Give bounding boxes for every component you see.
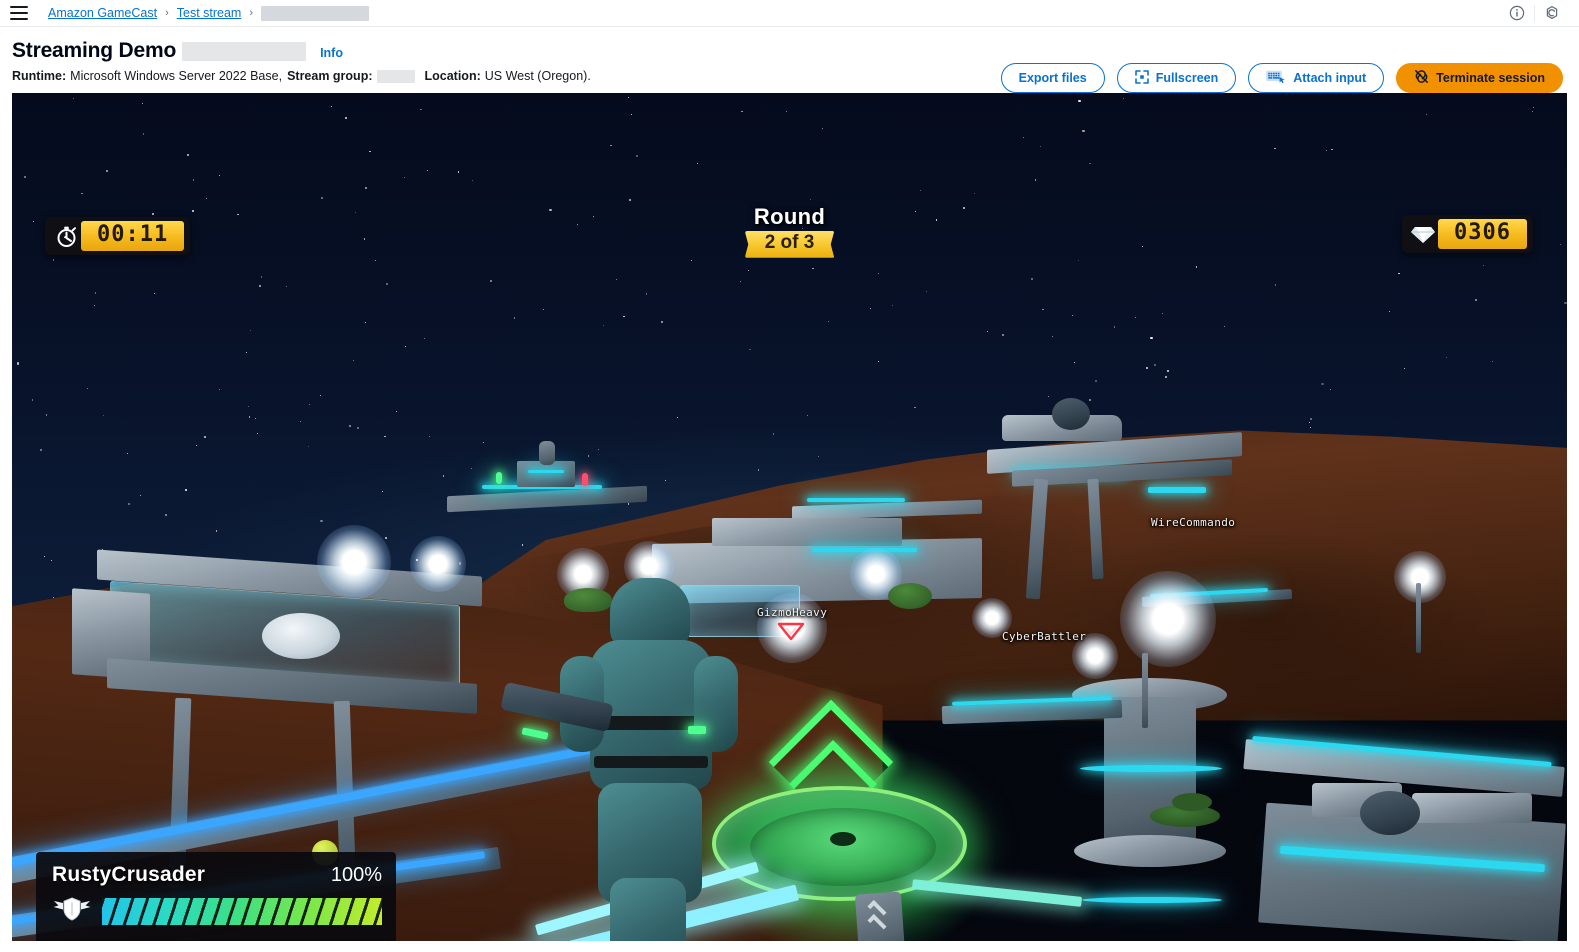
right-turbine (1360, 791, 1420, 835)
stream-group-redacted-value (376, 69, 415, 83)
breadcrumb-item-test-stream[interactable]: Test stream (177, 6, 242, 20)
timer-hud: 00:11 (45, 217, 191, 255)
pad-up-arrows-icon (864, 899, 894, 941)
attach-input-button[interactable]: Attach input (1248, 63, 1385, 93)
timer-value: 00:11 (81, 221, 185, 251)
info-circle-icon[interactable] (1500, 0, 1534, 26)
hamburger-icon[interactable] (10, 6, 28, 20)
attach-input-label: Attach input (1293, 71, 1367, 85)
page-title: Streaming Demo (12, 39, 177, 62)
terrarium-pod (262, 613, 340, 659)
diamond-icon (1408, 219, 1438, 249)
beacon-green (496, 472, 502, 484)
game-stream-viewport[interactable]: 00:11 Round 2 of 3 0306 WireCommando Giz… (12, 93, 1567, 941)
yellow-sphere-prop (312, 840, 338, 866)
teleport-pad-core (830, 832, 856, 847)
location-label: Location: (424, 69, 481, 83)
terminate-icon (1414, 69, 1429, 87)
silo-base (1074, 835, 1226, 867)
tower-neon (528, 470, 564, 473)
gem-counter-hud: 0306 (1402, 215, 1533, 253)
robot-shoulder-light (688, 726, 706, 734)
streetlamp-glow (1120, 571, 1216, 667)
header-action-buttons: Export files Fullscreen Attach input Ter… (1000, 63, 1563, 93)
streetlamp-glow (317, 525, 391, 599)
location-value: US West (Oregon). (484, 69, 591, 83)
lamp-post (1142, 653, 1148, 728)
foliage (888, 583, 932, 609)
gear-icon[interactable] (1535, 0, 1569, 26)
right-crate-2 (1412, 793, 1532, 823)
streetlamp-glow (972, 598, 1012, 638)
title-row: Streaming Demo Info (12, 39, 1563, 63)
terminate-session-label: Terminate session (1436, 71, 1545, 85)
runtime-label: Runtime: (12, 69, 67, 83)
foliage (1172, 793, 1212, 811)
breadcrumb-item-redacted[interactable] (261, 5, 370, 21)
robot-waist-band (594, 756, 708, 768)
fullscreen-icon (1134, 69, 1149, 87)
fullscreen-label: Fullscreen (1155, 71, 1219, 85)
streetlamp-glow (1072, 633, 1118, 679)
export-files-label: Export files (1018, 71, 1087, 85)
central-building-roof (712, 518, 902, 546)
page-header: Streaming Demo Info Runtime: Microsoft W… (0, 27, 1579, 93)
game-scene (12, 93, 1567, 941)
export-files-button[interactable]: Export files (1000, 63, 1105, 93)
breadcrumb-item-amazon-gamecast[interactable]: Amazon GameCast (48, 6, 157, 20)
muzzle-glow (757, 593, 827, 663)
breadcrumb-separator-icon: › (165, 7, 169, 19)
robot-right-arm (694, 656, 738, 752)
gem-count-value: 0306 (1438, 219, 1527, 249)
topbar-actions (1500, 0, 1569, 26)
turret-barrel (1052, 398, 1090, 430)
turret-neon-strip-2 (1148, 487, 1206, 493)
stopwatch-icon (51, 221, 81, 251)
teleport-pad-inner (750, 808, 936, 886)
beacon-red (582, 473, 588, 486)
breadcrumb: Amazon GameCast › Test stream › (48, 5, 370, 21)
global-topbar: Amazon GameCast › Test stream › (0, 0, 1579, 27)
info-link[interactable]: Info (320, 46, 343, 60)
player-character-avatar (500, 578, 738, 941)
mid-platform-neon (807, 498, 905, 502)
tower-spire (539, 441, 555, 465)
breadcrumb-separator-icon: › (249, 7, 254, 19)
page-title-redacted-value (182, 41, 307, 61)
keyboard-mouse-icon (1266, 70, 1286, 87)
lamp-post (1416, 583, 1421, 653)
fullscreen-button[interactable]: Fullscreen (1116, 63, 1237, 93)
silo-ring-neon-2 (1082, 897, 1222, 903)
runtime-value: Microsoft Windows Server 2022 Base, (70, 69, 283, 83)
robot-legs (610, 878, 686, 941)
terminate-session-button[interactable]: Terminate session (1396, 63, 1563, 93)
stream-group-label: Stream group: (287, 69, 373, 83)
streetlamp-glow (410, 536, 466, 592)
silo-ring-neon (1080, 765, 1222, 772)
